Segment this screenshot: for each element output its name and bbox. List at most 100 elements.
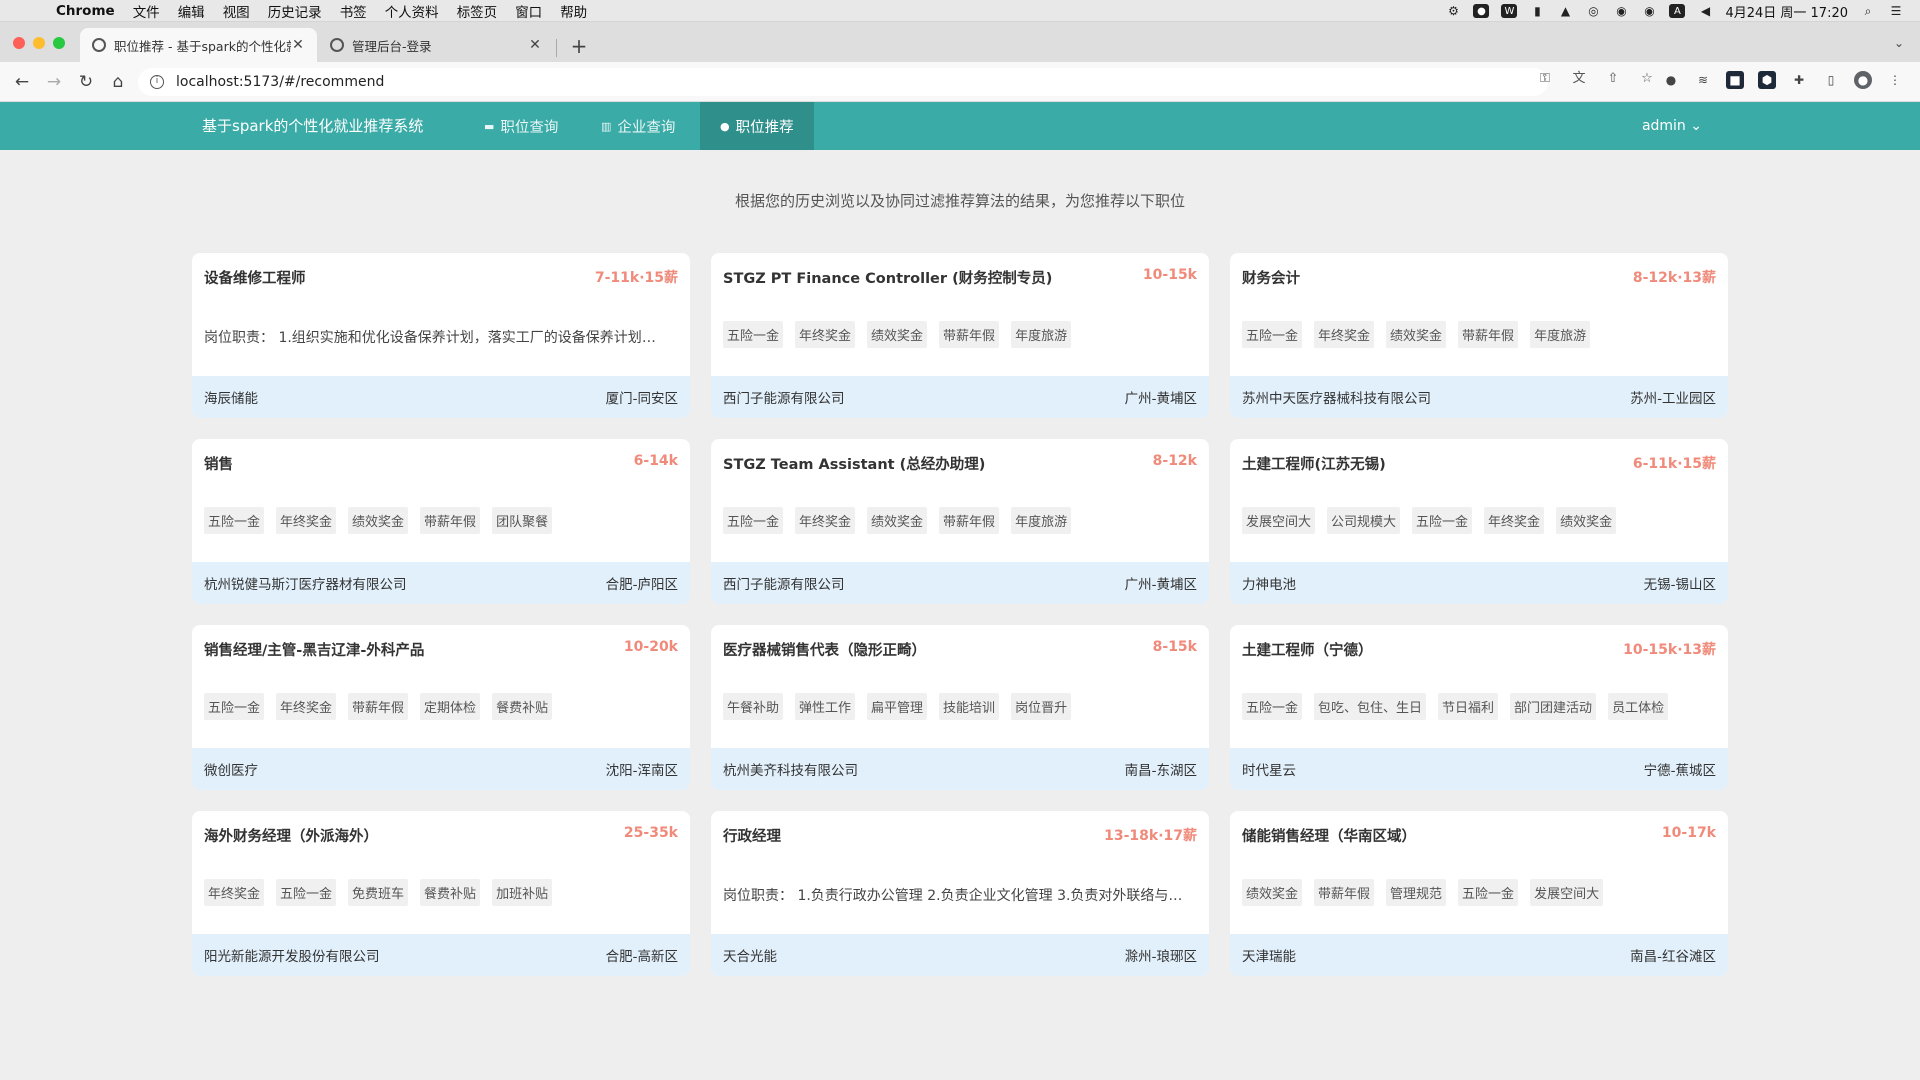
spotlight-search-icon[interactable]: ⌕ bbox=[1860, 4, 1876, 18]
extension-hex-icon[interactable]: ⬢ bbox=[1758, 71, 1776, 89]
window-zoom-button[interactable] bbox=[53, 37, 65, 49]
job-title[interactable]: 土建工程师(江苏无锡) bbox=[1242, 453, 1386, 474]
extension-badge-icon[interactable]: ■ bbox=[1726, 71, 1744, 89]
tab-search-chevron-icon[interactable]: ⌄ bbox=[1894, 36, 1904, 50]
new-tab-button[interactable]: + bbox=[569, 34, 589, 58]
job-card[interactable]: 财务会计 8-12k·13薪 五险一金 年终奖金 绩效奖金 带薪年假 年度旅游 苏州中天医疗器… bbox=[1230, 253, 1728, 418]
profile-avatar-icon[interactable]: ● bbox=[1854, 71, 1872, 89]
back-arrow-icon[interactable]: ← bbox=[10, 70, 34, 94]
company-name[interactable]: 杭州锐健马斯汀医疗器材有限公司 bbox=[204, 573, 407, 593]
volume-icon[interactable]: ◀ bbox=[1697, 4, 1713, 18]
target-status-icon[interactable]: ◎ bbox=[1585, 4, 1601, 18]
job-card[interactable]: 海外财务经理（外派海外） 25-35k 年终奖金 五险一金 免费班车 餐费补贴 加班补贴 阳光… bbox=[192, 811, 690, 976]
nav-job-search[interactable]: ▬ 职位查询 bbox=[464, 102, 578, 150]
job-card[interactable]: STGZ PT Finance Controller (财务控制专员) 10-15… bbox=[711, 253, 1209, 418]
company-name[interactable]: 西门子能源有限公司 bbox=[723, 387, 845, 407]
gear-status-icon[interactable]: ⚙ bbox=[1445, 4, 1461, 18]
window-minimize-button[interactable] bbox=[33, 37, 45, 49]
tab-close-icon[interactable]: ✕ bbox=[528, 37, 542, 53]
job-title[interactable]: 海外财务经理（外派海外） bbox=[204, 825, 378, 846]
company-name[interactable]: 时代星云 bbox=[1242, 759, 1296, 779]
job-card[interactable]: STGZ Team Assistant (总经办助理) 8-12k 五险一金 年终奖金… bbox=[711, 439, 1209, 604]
job-title[interactable]: 储能销售经理（华南区域） bbox=[1242, 825, 1416, 846]
extension-blue-icon[interactable]: ≋ bbox=[1694, 71, 1712, 89]
control-center-icon[interactable]: ☰ bbox=[1888, 4, 1904, 18]
job-title[interactable]: 财务会计 bbox=[1242, 267, 1300, 288]
share-icon[interactable]: ⇧ bbox=[1604, 70, 1622, 88]
company-name[interactable]: 力神电池 bbox=[1242, 573, 1296, 593]
job-title[interactable]: 行政经理 bbox=[723, 825, 781, 846]
job-title[interactable]: 土建工程师（宁德） bbox=[1242, 639, 1373, 660]
address-bar[interactable]: i localhost:5173/#/recommend bbox=[138, 68, 1548, 96]
job-card[interactable]: 行政经理 13-18k·17薪 岗位职责： 1.负责行政办公管理 2.负责企业文化管… bbox=[711, 811, 1209, 976]
job-welfare-tags: 午餐补助 弹性工作 扁平管理 技能培训 岗位晋升 bbox=[723, 693, 1072, 720]
side-panel-icon[interactable]: ▯ bbox=[1822, 71, 1840, 89]
signal-status-icon[interactable]: ▮ bbox=[1529, 4, 1545, 18]
wechat-status-icon[interactable]: ◉ bbox=[1613, 4, 1629, 18]
job-card[interactable]: 销售 6-14k 五险一金 年终奖金 绩效奖金 带薪年假 团队聚餐 杭州锐健马斯汀医疗器材有限… bbox=[192, 439, 690, 604]
company-name[interactable]: 天合光能 bbox=[723, 945, 777, 965]
welfare-tag: 年度旅游 bbox=[1011, 321, 1072, 348]
company-name[interactable]: 微创医疗 bbox=[204, 759, 258, 779]
menu-tab[interactable]: 标签页 bbox=[457, 1, 498, 21]
job-title[interactable]: 医疗器械销售代表（隐形正畸） bbox=[723, 639, 926, 660]
tab-close-icon[interactable]: ✕ bbox=[291, 37, 305, 53]
menu-app-name[interactable]: Chrome bbox=[56, 3, 115, 19]
record-status-icon[interactable]: ● bbox=[1473, 4, 1490, 18]
puzzle-icon[interactable]: ✚ bbox=[1790, 71, 1808, 89]
job-title[interactable]: 销售经理/主管-黑吉辽津-外科产品 bbox=[204, 639, 424, 660]
home-icon[interactable]: ⌂ bbox=[106, 70, 130, 94]
w-status-icon[interactable]: W bbox=[1501, 4, 1518, 18]
job-card[interactable]: 储能销售经理（华南区域） 10-17k 绩效奖金 带薪年假 管理规范 五险一金 发展空间大天… bbox=[1230, 811, 1728, 976]
user-menu[interactable]: admin ⌄ bbox=[1642, 102, 1702, 150]
welfare-tag: 包吃、包住、生日 bbox=[1314, 693, 1427, 720]
more-menu-icon[interactable]: ⋮ bbox=[1886, 71, 1904, 89]
extension-orange-icon[interactable]: ● bbox=[1662, 71, 1680, 89]
company-name[interactable]: 苏州中天医疗器械科技有限公司 bbox=[1242, 387, 1431, 407]
mountain-status-icon[interactable]: ▲ bbox=[1557, 4, 1573, 18]
menu-history[interactable]: 历史记录 bbox=[268, 1, 322, 21]
forward-arrow-icon[interactable]: → bbox=[42, 70, 66, 94]
job-title[interactable]: 销售 bbox=[204, 453, 233, 474]
company-name[interactable]: 阳光新能源开发股份有限公司 bbox=[204, 945, 380, 965]
menu-view[interactable]: 视图 bbox=[223, 1, 250, 21]
url-text[interactable]: localhost:5173/#/recommend bbox=[176, 74, 384, 90]
site-info-icon[interactable]: i bbox=[150, 75, 164, 89]
translate-icon[interactable]: 文 bbox=[1570, 70, 1588, 88]
menu-window[interactable]: 窗口 bbox=[515, 1, 542, 21]
job-welfare-tags: 五险一金 年终奖金 绩效奖金 带薪年假 团队聚餐 bbox=[204, 507, 553, 534]
menu-file[interactable]: 文件 bbox=[133, 1, 160, 21]
job-title[interactable]: 设备维修工程师 bbox=[204, 267, 306, 288]
window-close-button[interactable] bbox=[13, 37, 25, 49]
bookmark-star-icon[interactable]: ☆ bbox=[1638, 70, 1656, 88]
key-icon[interactable]: ⚿ bbox=[1536, 70, 1554, 88]
job-card[interactable]: 医疗器械销售代表（隐形正畸） 8-15k 午餐补助 弹性工作 扁平管理 技能培训 岗位晋升杭… bbox=[711, 625, 1209, 790]
job-title[interactable]: STGZ Team Assistant (总经办助理) bbox=[723, 453, 985, 474]
menu-profiles[interactable]: 个人资料 bbox=[385, 1, 439, 21]
company-name[interactable]: 天津瑞能 bbox=[1242, 945, 1296, 965]
wechat-alt-status-icon[interactable]: ◉ bbox=[1641, 4, 1657, 18]
job-card[interactable]: 土建工程师(江苏无锡) 6-11k·15薪 发展空间大 公司规模大 五险一金 年终奖金 绩效… bbox=[1230, 439, 1728, 604]
app-brand[interactable]: 基于spark的个性化就业推荐系统 bbox=[202, 102, 423, 150]
reload-icon[interactable]: ↻ bbox=[74, 70, 98, 94]
tab-admin-login[interactable]: 管理后台-登录 ✕ bbox=[318, 28, 554, 62]
job-welfare-tags: 五险一金 年终奖金 绩效奖金 带薪年假 年度旅游 bbox=[723, 321, 1072, 348]
job-card[interactable]: 土建工程师（宁德） 10-15k·13薪 五险一金 包吃、包住、生日 节日福利 部门团建活… bbox=[1230, 625, 1728, 790]
company-name[interactable]: 西门子能源有限公司 bbox=[723, 573, 845, 593]
input-method-icon[interactable]: A bbox=[1669, 4, 1686, 18]
job-card[interactable]: 设备维修工程师 7-11k·15薪 岗位职责： 1.组织实施和优化设备保养计划，落实… bbox=[192, 253, 690, 418]
menu-help[interactable]: 帮助 bbox=[560, 1, 587, 21]
menu-edit[interactable]: 编辑 bbox=[178, 1, 205, 21]
tab-recommend[interactable]: 职位推荐 - 基于spark的个性化就业推荐系统 ✕ bbox=[80, 28, 317, 62]
app-header: 基于spark的个性化就业推荐系统 ▬ 职位查询 ▥ 企业查询 ● 职位推荐 a… bbox=[0, 102, 1920, 150]
nav-job-recommend[interactable]: ● 职位推荐 bbox=[700, 102, 814, 150]
omnibox-actions: ⚿ 文 ⇧ ☆ bbox=[1536, 70, 1656, 88]
job-title[interactable]: STGZ PT Finance Controller (财务控制专员) bbox=[723, 267, 1052, 288]
job-card[interactable]: 销售经理/主管-黑吉辽津-外科产品 10-20k 五险一金 年终奖金 带薪年假 定期体检餐… bbox=[192, 625, 690, 790]
company-name[interactable]: 海辰储能 bbox=[204, 387, 258, 407]
company-name[interactable]: 杭州美齐科技有限公司 bbox=[723, 759, 858, 779]
job-salary: 10-20k bbox=[623, 639, 678, 655]
menu-bookmarks[interactable]: 书签 bbox=[340, 1, 367, 21]
clock[interactable]: 4月24日 周一 17:20 bbox=[1725, 2, 1848, 21]
nav-company-search[interactable]: ▥ 企业查询 bbox=[581, 102, 695, 150]
